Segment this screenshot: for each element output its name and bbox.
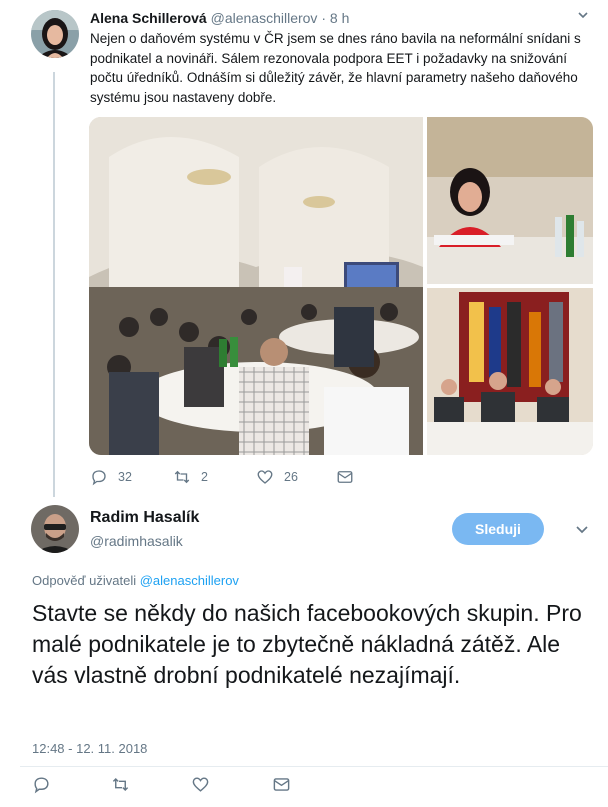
follow-button[interactable]: Sleduji (452, 513, 544, 545)
photo-speaker (427, 117, 593, 284)
replying-to-link[interactable]: @alenaschillerov (140, 573, 239, 588)
photo-grid[interactable] (89, 117, 593, 455)
message-action[interactable] (272, 775, 291, 799)
reply-tweet-text: Stavte se někdy do našich facebookových … (32, 600, 582, 688)
retweet-action[interactable] (111, 775, 130, 799)
reply-action[interactable] (32, 775, 51, 799)
retweet-action[interactable]: 2 (173, 466, 208, 488)
reply-count: 32 (118, 470, 132, 484)
reply-tweet-actions (32, 775, 332, 799)
photo-collage (89, 117, 593, 455)
reply-icon (92, 470, 106, 486)
reply-avatar[interactable] (31, 505, 79, 553)
tweet-time[interactable]: 8 h (330, 10, 349, 26)
reply-timestamp[interactable]: 12:48 - 12. 11. 2018 (32, 741, 147, 756)
replying-prefix: Odpověď uživateli (32, 573, 137, 588)
retweet-icon (112, 777, 129, 792)
thread-connector-line (53, 72, 55, 497)
reply-avatar-image (31, 505, 79, 553)
photo-conference-hall (89, 117, 423, 455)
reply-author-handle[interactable]: @radimhasalik (90, 533, 183, 549)
tweet-header: Alena Schillerová @alenaschillerov · 8 h (90, 9, 349, 27)
like-action[interactable]: 26 (256, 466, 298, 488)
photo-panel (427, 288, 593, 455)
envelope-icon (273, 778, 290, 791)
reply-action[interactable]: 32 (90, 466, 132, 488)
like-count: 26 (284, 470, 298, 484)
replying-to: Odpověď uživateli @alenaschillerov (32, 573, 239, 588)
header-separator: · (321, 10, 326, 26)
tweet-actions: 32 2 26 (90, 466, 490, 490)
retweet-count: 2 (201, 470, 208, 484)
avatar[interactable] (31, 10, 79, 58)
message-action[interactable] (336, 466, 354, 488)
envelope-icon (337, 471, 353, 483)
heart-icon (257, 470, 273, 484)
divider (20, 766, 608, 767)
reply-icon (34, 777, 49, 794)
reply-author-name[interactable]: Radim Hasalík (90, 509, 199, 527)
avatar-image (31, 10, 79, 58)
tweet-text: Nejen o daňovém systému v ČR jsem se dne… (90, 31, 581, 105)
retweet-icon (174, 470, 190, 484)
author-name[interactable]: Alena Schillerová (90, 10, 207, 26)
like-action[interactable] (191, 775, 210, 799)
author-handle[interactable]: @alenaschillerov (211, 10, 318, 26)
chevron-down-icon[interactable] (576, 8, 590, 22)
heart-icon (192, 777, 209, 792)
chevron-down-icon[interactable] (574, 521, 590, 537)
